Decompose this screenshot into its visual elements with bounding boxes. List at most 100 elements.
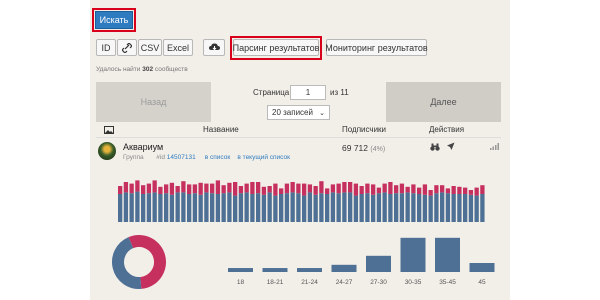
age-bar	[262, 268, 288, 272]
activity-bar-top	[428, 190, 433, 196]
activity-bar-top	[451, 186, 456, 194]
age-tick-label: 24-27	[336, 279, 353, 286]
activity-bar	[371, 194, 376, 222]
activity-bar-top	[319, 181, 324, 194]
activity-bar-top	[296, 183, 301, 194]
activity-bar	[348, 192, 353, 222]
activity-bar-top	[480, 185, 485, 194]
activity-bar-top	[307, 184, 313, 193]
activity-bar-top	[457, 186, 462, 194]
activity-bar-top	[146, 183, 152, 194]
activity-bar-top	[169, 182, 175, 195]
activity-bar-top	[187, 184, 192, 194]
activity-bar-top	[313, 186, 318, 195]
activity-bar	[279, 194, 284, 222]
activity-bar	[342, 192, 347, 222]
activity-bar-top	[302, 183, 307, 196]
activity-bar-top	[135, 180, 140, 192]
activity-bar	[192, 193, 198, 222]
activity-bar-top	[440, 185, 445, 193]
activity-bar-top	[158, 186, 163, 194]
activity-bar	[480, 194, 485, 222]
activity-bar-top	[261, 186, 267, 195]
activity-bar	[417, 194, 422, 222]
age-bar	[400, 237, 426, 272]
age-tick-label: 30-35	[405, 279, 422, 286]
activity-bar	[325, 194, 330, 222]
activity-bar	[273, 195, 278, 222]
activity-bar	[313, 194, 318, 222]
activity-bar	[198, 194, 203, 222]
activity-bar-top	[411, 184, 416, 194]
activity-bar-top	[192, 184, 198, 194]
activity-bar	[261, 194, 267, 222]
activity-bar	[250, 194, 255, 222]
activity-bar	[434, 193, 439, 222]
activity-bar	[330, 192, 336, 222]
age-tick-label: 35-45	[439, 279, 456, 286]
activity-bar-top	[210, 183, 215, 194]
activity-bar-top	[123, 182, 129, 193]
activity-bar	[394, 193, 399, 222]
age-tick-label: 21-24	[301, 279, 318, 286]
activity-bar	[238, 193, 244, 222]
activity-bar	[141, 194, 146, 222]
activity-bar	[411, 193, 416, 222]
activity-bar	[307, 192, 313, 222]
activity-bar	[388, 194, 393, 222]
activity-bar	[169, 194, 175, 222]
activity-bar	[181, 192, 186, 222]
activity-bar-top	[279, 188, 284, 194]
activity-bar-top	[359, 186, 364, 194]
age-tick-label: 18	[237, 279, 245, 286]
activity-bar	[365, 193, 370, 222]
activity-bar	[474, 195, 479, 222]
activity-bar	[152, 192, 157, 222]
activity-bar-top	[353, 183, 359, 196]
activity-bar	[468, 194, 474, 222]
activity-bar-top	[371, 184, 376, 195]
age-bar	[469, 263, 495, 272]
activity-bar-top	[468, 190, 474, 195]
activity-bar-top	[141, 185, 146, 194]
search-results-panel: Искать ID CSV Excel Парсинг результатов …	[90, 0, 510, 300]
activity-bar-top	[181, 181, 186, 193]
activity-bar	[428, 195, 433, 222]
activity-bar-top	[463, 187, 468, 194]
activity-bar	[422, 194, 428, 222]
activity-bar	[175, 192, 180, 222]
activity-bar	[123, 192, 129, 222]
activity-bar	[215, 194, 221, 222]
activity-bar-top	[290, 182, 295, 193]
activity-bar-top	[382, 183, 387, 193]
age-bar	[331, 264, 357, 272]
activity-bar	[164, 193, 169, 222]
activity-bar	[284, 193, 290, 222]
activity-bar	[158, 194, 163, 222]
activity-bar-top	[394, 185, 399, 194]
activity-bar	[204, 192, 209, 222]
activity-bar	[353, 195, 359, 222]
activity-bar-top	[348, 182, 353, 193]
donut-slice	[112, 237, 142, 289]
activity-bar-top	[198, 182, 203, 195]
activity-bar-top	[336, 183, 341, 194]
activity-bar	[302, 195, 307, 222]
activity-bar	[451, 194, 456, 222]
age-bar	[366, 255, 391, 272]
activity-bar-top	[164, 184, 169, 194]
activity-bar-top	[325, 188, 330, 194]
age-tick-label: 18-21	[267, 279, 284, 286]
activity-bar-top	[215, 180, 221, 194]
age-bar	[435, 237, 460, 272]
activity-bar-top	[221, 185, 226, 194]
activity-bar-top	[129, 183, 134, 194]
activity-bar-top	[175, 186, 180, 193]
activity-bar-top	[445, 188, 451, 194]
activity-bar	[221, 193, 226, 222]
age-tick-label: 45	[478, 279, 486, 286]
activity-bar	[457, 194, 462, 222]
activity-bar	[129, 193, 134, 222]
activity-bar-top	[227, 182, 232, 193]
activity-bar-top	[284, 183, 290, 194]
